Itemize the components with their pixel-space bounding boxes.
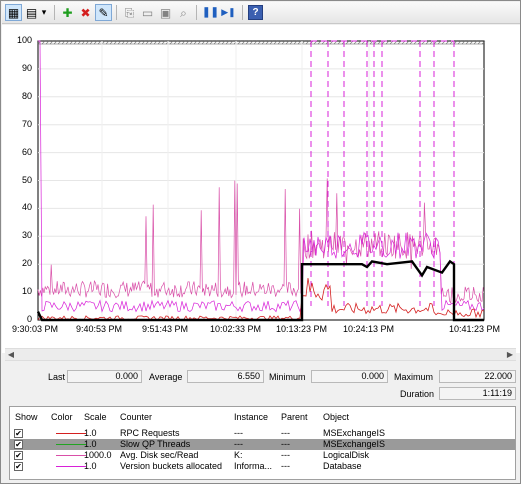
maximum-value: 22.000 <box>439 370 516 383</box>
scroll-right-arrow-icon[interactable]: ▶ <box>505 350 515 360</box>
counter-list: Show Color Scale Counter Instance Parent… <box>9 406 516 480</box>
toolbar: ▦ ▤ ▾ ✚ ✖ ✎ ⎘ ▭ ▣ ⌕ ❚❚ ▶❚ ? <box>2 2 520 24</box>
row-instance: --- <box>234 439 243 449</box>
y-tick-label: 0 <box>26 314 32 324</box>
last-label: Last <box>48 372 66 382</box>
counter-list-header: Show Color Scale Counter Instance Parent… <box>10 407 515 425</box>
x-tick-label: 9:30:03 PM <box>12 324 59 334</box>
counter-row[interactable]: ✔ 1000.0 Avg. Disk sec/Read K: --- Logic… <box>10 450 515 461</box>
row-counter: Slow QP Threads <box>120 439 191 449</box>
x-tick-label: 9:40:53 PM <box>76 324 123 334</box>
update-data-icon[interactable]: ▶❚ <box>220 4 237 21</box>
average-value: 6.550 <box>187 370 264 383</box>
color-swatch <box>56 466 86 467</box>
row-parent: --- <box>281 450 290 460</box>
scroll-left-arrow-icon[interactable]: ◀ <box>6 350 16 360</box>
freeze-display-icon[interactable]: ❚❚ <box>202 4 219 21</box>
row-scale: 1000.0 <box>84 450 112 460</box>
y-tick-label: 10 <box>21 286 32 297</box>
graph-plot-svg <box>36 40 486 322</box>
performance-graph: 100 90 80 70 60 50 40 30 20 10 0 9:30:03 PM 9:40:53… <box>2 25 520 353</box>
header-show[interactable]: Show <box>15 412 38 422</box>
color-swatch <box>56 433 86 434</box>
row-instance: Informa... <box>234 461 273 471</box>
maximum-label: Maximum <box>394 372 434 382</box>
row-parent: --- <box>281 428 290 438</box>
copy-properties-icon[interactable]: ⎘ <box>121 4 138 21</box>
row-object: Database <box>323 461 362 471</box>
x-tick-label: 10:41:23 PM <box>449 324 501 334</box>
row-object: MSExchangeIS <box>323 428 386 438</box>
y-tick-label: 80 <box>21 90 32 101</box>
row-object: MSExchangeIS <box>323 439 386 449</box>
highlight-icon[interactable]: ✎ <box>95 4 112 21</box>
row-scale: 1.0 <box>84 439 97 449</box>
y-tick-label: 40 <box>21 202 32 213</box>
header-parent[interactable]: Parent <box>281 412 308 422</box>
performance-monitor-window: ▦ ▤ ▾ ✚ ✖ ✎ ⎘ ▭ ▣ ⌕ ❚❚ ▶❚ ? 100 90 80 70 60 5… <box>0 0 521 484</box>
row-scale: 1.0 <box>84 461 97 471</box>
dropdown-icon[interactable]: ▾ <box>39 4 49 21</box>
x-tick-label: 10:02:33 PM <box>210 324 262 334</box>
header-scale[interactable]: Scale <box>84 412 107 422</box>
y-tick-label: 20 <box>21 258 32 269</box>
row-instance: --- <box>234 428 243 438</box>
row-parent: --- <box>281 461 290 471</box>
row-scale: 1.0 <box>84 428 97 438</box>
minimum-value: 0.000 <box>311 370 388 383</box>
header-object[interactable]: Object <box>323 412 349 422</box>
duration-value: 1:11:19 <box>439 387 516 400</box>
row-counter: Version buckets allocated <box>120 461 223 471</box>
delete-icon[interactable]: ✖ <box>77 4 94 21</box>
color-swatch <box>56 444 86 445</box>
y-tick-label: 90 <box>21 62 32 73</box>
counter-row[interactable]: ✔ 1.0 Version buckets allocated Informa.… <box>10 461 515 472</box>
row-counter: Avg. Disk sec/Read <box>120 450 199 460</box>
show-checkbox[interactable]: ✔ <box>14 451 23 460</box>
graph-grid <box>37 40 486 321</box>
row-counter: RPC Requests <box>120 428 180 438</box>
x-tick-label: 10:24:13 PM <box>343 324 395 334</box>
y-tick-label: 50 <box>21 174 32 185</box>
x-tick-label: 9:51:43 PM <box>142 324 189 334</box>
y-tick-label: 70 <box>21 118 32 129</box>
view-current-activity-icon[interactable]: ▦ <box>5 4 22 21</box>
paste-counter-list-icon[interactable]: ▭ <box>139 4 156 21</box>
header-counter[interactable]: Counter <box>120 412 152 422</box>
add-icon[interactable]: ✚ <box>59 4 76 21</box>
row-object: LogicalDisk <box>323 450 370 460</box>
row-instance: K: <box>234 450 243 460</box>
duration-label: Duration <box>400 389 435 399</box>
minimum-label: Minimum <box>269 372 306 382</box>
x-tick-label: 10:13:23 PM <box>276 324 328 334</box>
last-value: 0.000 <box>67 370 142 383</box>
counter-row-selected[interactable]: ✔ 1.0 Slow QP Threads --- --- MSExchange… <box>10 439 515 450</box>
color-swatch <box>56 455 86 456</box>
show-checkbox[interactable]: ✔ <box>14 440 23 449</box>
show-checkbox[interactable]: ✔ <box>14 429 23 438</box>
time-scrollbar[interactable]: ◀ ▶ <box>5 348 516 361</box>
header-instance[interactable]: Instance <box>234 412 268 422</box>
statistics-bar: Last 0.000 Average 6.550 Minimum 0.000 M… <box>2 367 520 403</box>
counter-row[interactable]: ✔ 1.0 RPC Requests --- --- MSExchangeIS <box>10 428 515 439</box>
y-tick-label: 30 <box>21 230 32 241</box>
row-parent: --- <box>281 439 290 449</box>
change-graph-type-icon[interactable]: ▤ <box>23 4 40 21</box>
show-checkbox[interactable]: ✔ <box>14 462 23 471</box>
zoom-icon[interactable]: ⌕ <box>175 4 192 21</box>
y-tick-label: 100 <box>16 35 32 45</box>
properties-icon[interactable]: ▣ <box>157 4 174 21</box>
help-icon[interactable]: ? <box>248 5 263 20</box>
header-color[interactable]: Color <box>51 412 73 422</box>
average-label: Average <box>149 372 183 382</box>
y-tick-label: 60 <box>21 146 32 157</box>
